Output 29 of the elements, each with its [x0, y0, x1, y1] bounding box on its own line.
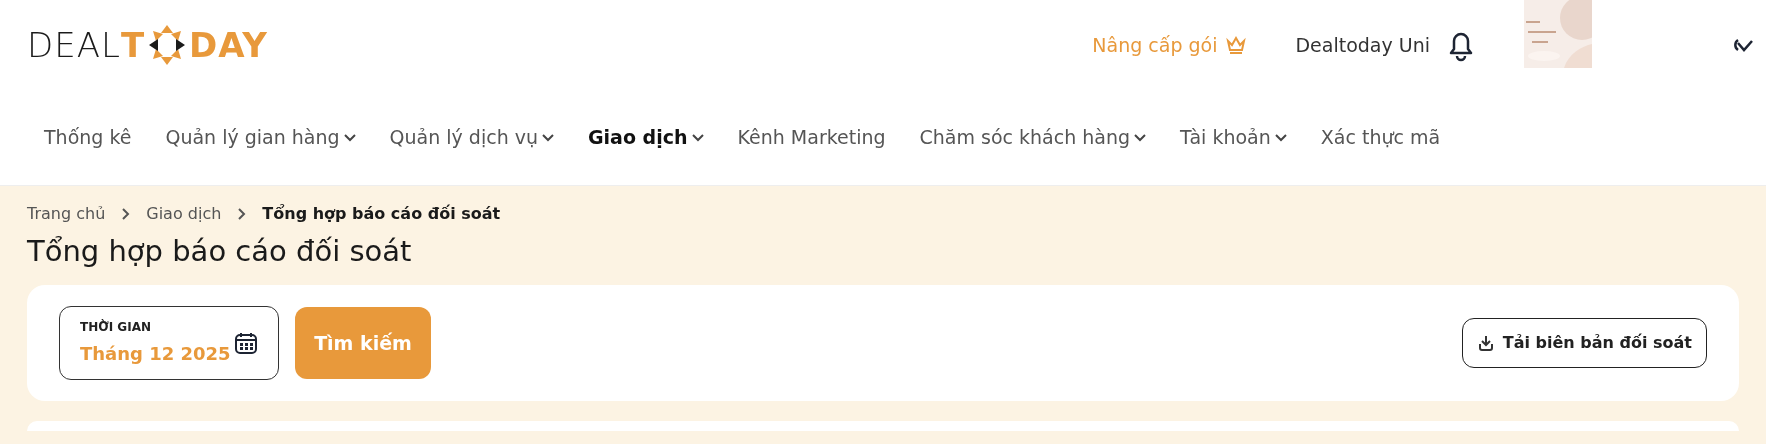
nav-tab[interactable]: Tài khoản [1164, 115, 1303, 160]
page-title: Tổng hợp báo cáo đối soát [27, 234, 413, 269]
nav-tab[interactable]: Thống kê [28, 115, 148, 160]
nav-tab[interactable]: Giao dịch [572, 115, 720, 160]
nav-tab[interactable]: Quản lý dịch vụ [373, 115, 570, 160]
download-button[interactable]: Tải biên bản đối soát [1461, 317, 1707, 368]
nav-tab[interactable]: Kênh Marketing [721, 115, 902, 160]
breadcrumb-current: Tổng hợp báo cáo đối soát [262, 203, 501, 225]
nav-tab[interactable]: Chăm sóc khách hàng [903, 115, 1163, 160]
chevron-down-icon[interactable] [1732, 37, 1754, 53]
crown-icon [1225, 35, 1248, 55]
caret-icon [1274, 133, 1287, 142]
nav-tab[interactable]: Quản lý gian hàng [149, 115, 372, 160]
date-field[interactable]: THỜI GIAN Tháng 12 2025 [59, 305, 279, 380]
caret-icon [1134, 133, 1147, 142]
nav-tab[interactable]: Xác thực mã [1304, 115, 1457, 160]
field-label: THỜI GIAN [80, 318, 152, 337]
caret-icon [691, 133, 704, 142]
caret-icon [542, 133, 554, 142]
logo[interactable]: DEALT DAY [27, 23, 268, 67]
user-name: Dealtoday Uni [1295, 32, 1430, 58]
chevron-right-icon [121, 207, 131, 221]
chevron-right-icon [237, 207, 247, 221]
field-value: Tháng 12 2025 [80, 342, 232, 367]
calendar-icon [234, 330, 258, 355]
caret-icon [343, 133, 356, 142]
download-icon [1476, 333, 1495, 352]
breadcrumb-link[interactable]: Giao dịch [146, 202, 222, 226]
breadcrumb-link[interactable]: Trang chủ [27, 202, 106, 226]
